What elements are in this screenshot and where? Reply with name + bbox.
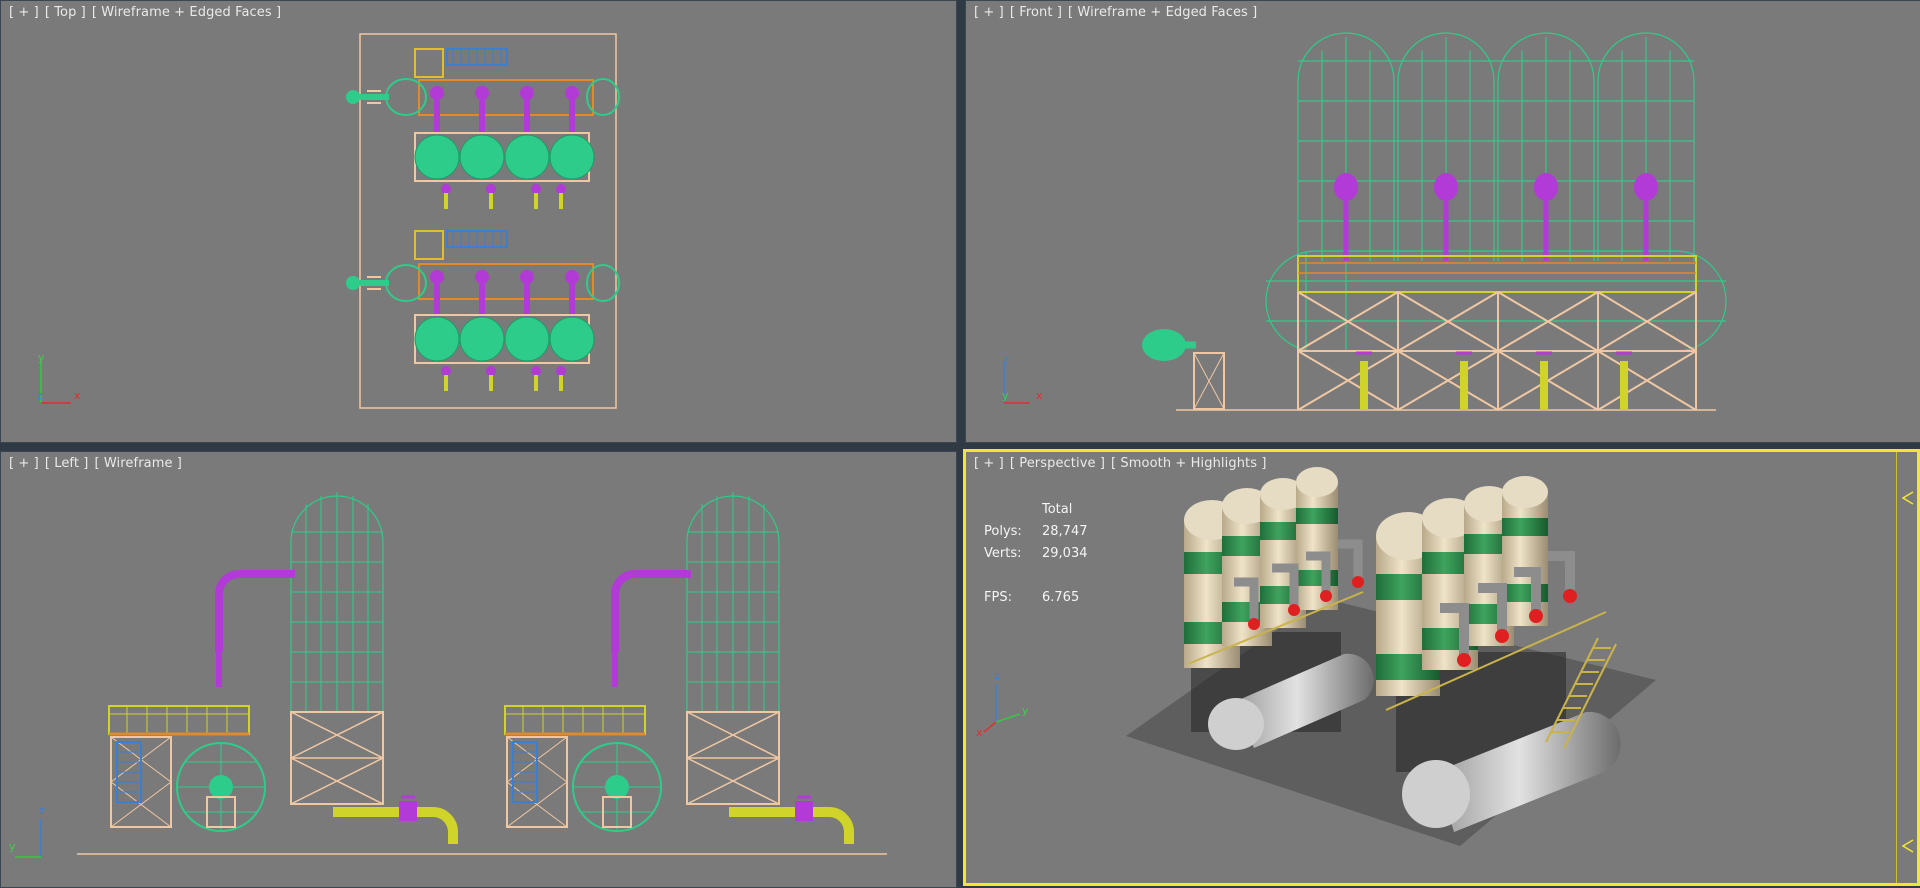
tower-wireframes — [1297, 32, 1695, 261]
axis-label-y: y — [1022, 704, 1029, 717]
top-view-scene — [40, 33, 620, 409]
vessel-wireframe — [1265, 250, 1727, 352]
axis-label-z: z — [1003, 353, 1009, 366]
axis-label-z: z — [994, 669, 1000, 682]
left-view-scene — [15, 492, 887, 858]
axis-gizmo — [40, 361, 71, 404]
axis-label-z: z — [37, 389, 43, 402]
viewport-perspective[interactable]: [ + ][ Perspective ][ Smooth + Highlight… — [963, 449, 1920, 886]
axis-gizmo — [983, 684, 1021, 733]
unit-side-b — [504, 492, 854, 844]
plant-unit-top-b — [346, 230, 620, 391]
perspective-scene — [983, 467, 1656, 846]
axis-label-y: y — [1002, 389, 1009, 402]
plant-unit-top-a — [346, 48, 620, 209]
axis-label-x: x — [74, 389, 81, 402]
viewport-nav-markers[interactable] — [1897, 452, 1917, 883]
support-frame — [1297, 291, 1697, 411]
axis-gizmo — [15, 819, 42, 858]
axis-label-y: y — [38, 351, 45, 364]
axis-label-z: z — [39, 804, 45, 817]
axis-label-x: x — [1036, 389, 1043, 402]
unit-side-a — [108, 492, 458, 844]
plant-unit-b — [1376, 476, 1621, 832]
viewport-top[interactable]: [ + ][ Top ][ Wireframe + Edged Faces ] — [0, 0, 957, 443]
viewport-left[interactable]: [ + ][ Left ][ Wireframe ] z y — [0, 451, 957, 888]
viewport-front[interactable]: [ + ][ Front ][ Wireframe + Edged Faces … — [965, 0, 1920, 443]
axis-label-x: x — [976, 726, 983, 739]
front-view-scene — [1003, 32, 1727, 411]
axis-label-y: y — [9, 840, 16, 853]
